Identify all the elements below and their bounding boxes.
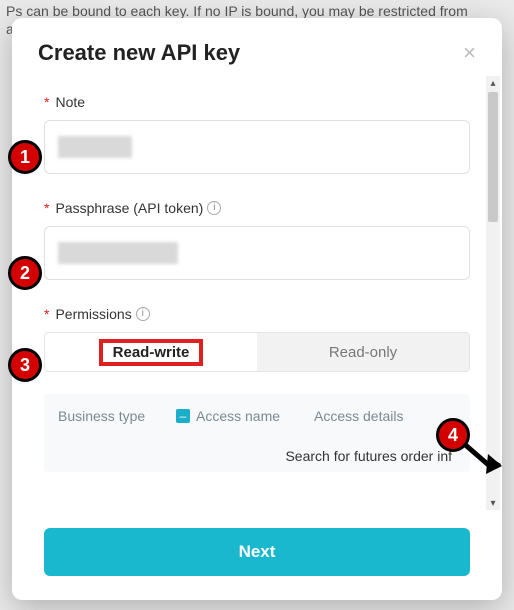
permissions-label-row: * Permissions i xyxy=(44,306,470,322)
modal-header: Create new API key × xyxy=(12,18,502,76)
create-api-key-modal: Create new API key × * Note * xyxy=(12,18,502,600)
access-table-header: Business type – Access name Access detai… xyxy=(58,408,456,424)
permissions-toggle: Read-write Read-only xyxy=(44,332,470,372)
modal-body-wrapper: * Note * Passphrase (API token) i xyxy=(12,76,502,510)
modal-overlay: Create new API key × * Note * xyxy=(0,0,514,610)
checkbox-indeterminate-icon[interactable]: – xyxy=(176,409,190,423)
next-button[interactable]: Next xyxy=(44,528,470,576)
required-asterisk: * xyxy=(44,200,49,216)
close-icon[interactable]: × xyxy=(463,42,476,64)
note-label: Note xyxy=(55,94,85,110)
permissions-label: Permissions xyxy=(55,306,131,322)
access-row-detail: Search for futures order inf xyxy=(58,448,456,464)
note-input[interactable] xyxy=(44,120,470,174)
modal-footer: Next xyxy=(12,510,502,600)
callout-1: 1 xyxy=(8,140,42,174)
passphrase-label-row: * Passphrase (API token) i xyxy=(44,200,470,216)
modal-body: * Note * Passphrase (API token) i xyxy=(12,76,502,510)
required-asterisk: * xyxy=(44,94,49,110)
permissions-group: * Permissions i Read-write Read-only xyxy=(44,306,470,372)
col-access-name: – Access name xyxy=(176,408,296,424)
passphrase-group: * Passphrase (API token) i xyxy=(44,200,470,280)
col-access-details: Access details xyxy=(314,408,456,424)
note-label-row: * Note xyxy=(44,94,470,110)
permission-read-only[interactable]: Read-only xyxy=(257,333,469,371)
passphrase-label: Passphrase (API token) xyxy=(55,200,203,216)
required-asterisk: * xyxy=(44,306,49,322)
read-write-highlight: Read-write xyxy=(99,339,204,366)
callout-2: 2 xyxy=(8,256,42,290)
callout-4: 4 xyxy=(436,418,470,452)
passphrase-input[interactable] xyxy=(44,226,470,280)
col-business-type: Business type xyxy=(58,408,158,424)
note-group: * Note xyxy=(44,94,470,174)
callout-3: 3 xyxy=(8,348,42,382)
scroll-down-icon[interactable]: ▾ xyxy=(486,496,500,510)
access-table: Business type – Access name Access detai… xyxy=(44,394,470,472)
scroll-up-icon[interactable]: ▴ xyxy=(486,76,500,90)
permission-read-write[interactable]: Read-write xyxy=(45,333,257,371)
info-icon[interactable]: i xyxy=(207,201,221,215)
scrollbar-thumb[interactable] xyxy=(488,92,498,222)
modal-title: Create new API key xyxy=(38,40,240,66)
col-access-name-label: Access name xyxy=(196,408,280,424)
info-icon[interactable]: i xyxy=(136,307,150,321)
